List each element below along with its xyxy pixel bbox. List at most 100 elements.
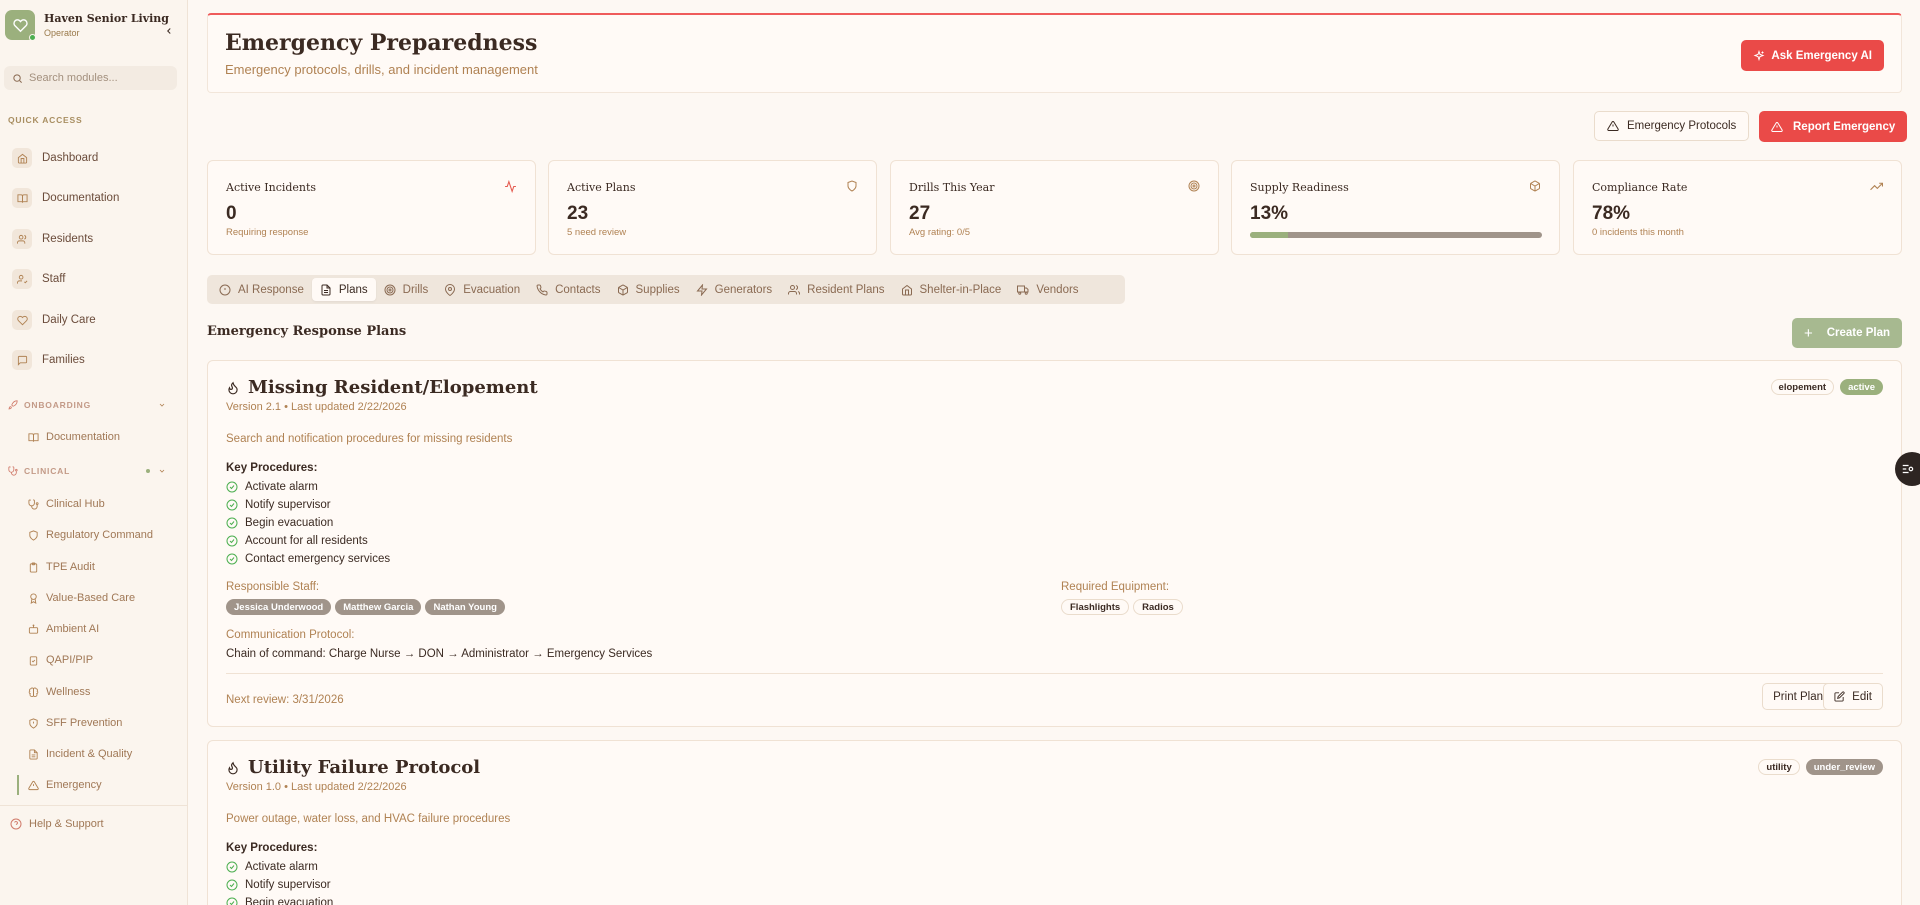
- nav-item-documentation[interactable]: Documentation: [12, 185, 178, 211]
- nav-label: Daily Care: [42, 314, 96, 326]
- nav-item-qapi-pip[interactable]: QAPI/PIP: [28, 649, 93, 671]
- tab-shelter-in-place[interactable]: Shelter-in-Place: [893, 278, 1010, 301]
- rocket-icon: [8, 400, 18, 410]
- communication-protocol-label: Communication Protocol:: [226, 629, 355, 641]
- tab-label: Shelter-in-Place: [919, 283, 1002, 296]
- tab-plans[interactable]: Plans: [311, 278, 376, 301]
- plan-title: Utility Failure Protocol: [226, 757, 480, 778]
- page-title: Emergency Preparedness: [225, 30, 538, 56]
- home-icon: [12, 148, 32, 168]
- search-icon: [13, 73, 22, 83]
- onboarding-group-header[interactable]: ONBOARDING: [8, 397, 172, 413]
- nav-item-incident-quality[interactable]: Incident & Quality: [28, 743, 132, 765]
- nav-label: Families: [42, 354, 85, 366]
- book-icon: [28, 432, 39, 442]
- nav-label: QAPI/PIP: [46, 654, 94, 666]
- nav-item-tpe-audit[interactable]: TPE Audit: [28, 556, 95, 578]
- tab-resident-plans[interactable]: Resident Plans: [780, 278, 892, 301]
- plan-tags: elopement active: [1770, 379, 1883, 395]
- tab-generators[interactable]: Generators: [688, 278, 781, 301]
- bot-icon: [28, 623, 39, 634]
- nav-item-ambient-ai[interactable]: Ambient AI: [28, 618, 99, 640]
- create-plan-label: Create Plan: [1826, 327, 1890, 339]
- tab-label: Resident Plans: [807, 283, 885, 296]
- trending-up-icon: [1870, 182, 1883, 191]
- tab-evacuation[interactable]: Evacuation: [436, 278, 528, 301]
- edit-plan-button[interactable]: Edit: [1823, 683, 1883, 710]
- nav-item-clinical-hub[interactable]: Clinical Hub: [28, 493, 105, 515]
- award-icon: [30, 592, 37, 604]
- tab-vendors[interactable]: Vendors: [1009, 278, 1086, 301]
- tab-label: Generators: [714, 283, 773, 296]
- report-emergency-button[interactable]: Report Emergency: [1759, 111, 1908, 142]
- sparkles-icon: [1753, 49, 1765, 61]
- nav-item-onboarding-documentation[interactable]: Documentation: [28, 426, 120, 448]
- nav-item-emergency[interactable]: Emergency: [28, 774, 102, 796]
- emergency-tabs: AI Response Plans Drills Evacuation Cont…: [207, 275, 1125, 304]
- nav-item-value-based-care[interactable]: Value-Based Care: [28, 587, 135, 609]
- tab-contacts[interactable]: Contacts: [528, 278, 608, 301]
- stat-card-drills: Drills This Year 27 Avg rating: 0/5: [890, 160, 1219, 255]
- map-pin-icon: [445, 283, 456, 296]
- plan-title-text: Utility Failure Protocol: [248, 757, 481, 778]
- tab-label: Vendors: [1036, 283, 1079, 296]
- procedure-text: Begin evacuation: [245, 897, 334, 905]
- nav-item-families[interactable]: Families: [12, 347, 178, 373]
- active-indicator: [17, 775, 19, 795]
- help-circle-icon: [10, 818, 22, 830]
- create-plan-button[interactable]: + Create Plan: [1791, 318, 1902, 348]
- emergency-protocols-button[interactable]: Emergency Protocols: [1594, 111, 1750, 141]
- nav-label: Clinical Hub: [46, 498, 105, 510]
- key-procedures-heading: Key Procedures:: [226, 462, 318, 474]
- ask-emergency-ai-button[interactable]: Ask Emergency AI: [1741, 40, 1884, 71]
- nav-label: Ambient AI: [46, 623, 100, 635]
- sidebar: Haven Senior Living Operator QUICK ACCES…: [0, 0, 188, 905]
- nav-item-sff-prevention[interactable]: SFF Prevention: [28, 712, 122, 734]
- report-label: Report Emergency: [1793, 120, 1896, 133]
- help-label: Help & Support: [29, 818, 104, 830]
- nav-item-wellness[interactable]: Wellness: [28, 681, 90, 703]
- nav-item-daily-care[interactable]: Daily Care: [12, 307, 178, 333]
- nav-label: Regulatory Command: [46, 529, 153, 541]
- search-input[interactable]: [29, 72, 169, 84]
- procedure-item: Account for all residents: [226, 535, 368, 547]
- plan-title: Missing Resident/Elopement: [226, 377, 538, 398]
- procedure-item: Contact emergency services: [226, 553, 390, 565]
- stat-value: 0: [226, 203, 237, 224]
- nav-item-staff[interactable]: Staff: [12, 266, 178, 292]
- help-support-link[interactable]: Help & Support: [10, 818, 104, 830]
- key-procedures-heading: Key Procedures:: [226, 842, 318, 854]
- stethoscope-icon: [8, 466, 18, 476]
- tab-label: Plans: [338, 283, 368, 296]
- check-circle-icon: [226, 897, 238, 905]
- unread-dot: [146, 469, 150, 473]
- nav-label: SFF Prevention: [46, 717, 123, 729]
- responsible-staff-label: Responsible Staff:: [226, 581, 320, 593]
- stat-sub: Avg rating: 0/5: [909, 227, 971, 238]
- stat-value: 78%: [1592, 203, 1631, 224]
- chevron-left-icon[interactable]: [162, 24, 176, 38]
- stat-label: Active Plans: [567, 181, 636, 194]
- zap-icon: [696, 283, 708, 296]
- nav-item-regulatory-command[interactable]: Regulatory Command: [28, 524, 153, 546]
- stat-sub: 0 incidents this month: [1592, 227, 1684, 238]
- clinical-group-header[interactable]: CLINICAL: [8, 463, 172, 479]
- tab-drills[interactable]: Drills: [376, 278, 437, 301]
- flame-icon: [228, 381, 238, 394]
- stat-card-active-plans: Active Plans 23 5 need review: [548, 160, 877, 255]
- plus-icon: +: [1803, 324, 1813, 342]
- required-equipment-label: Required Equipment:: [1061, 581, 1170, 593]
- clinical-label: CLINICAL: [24, 466, 71, 476]
- nav-item-dashboard[interactable]: Dashboard: [12, 145, 178, 171]
- alert-triangle-icon: [1607, 120, 1619, 131]
- plan-version: Version 1.0 • Last updated 2/22/2026: [226, 781, 407, 793]
- tab-supplies[interactable]: Supplies: [609, 278, 688, 301]
- brand[interactable]: Haven Senior Living Operator: [5, 8, 183, 42]
- alert-circle-icon: [219, 284, 231, 295]
- status-badge: active: [1840, 379, 1883, 395]
- procedure-item: Activate alarm: [226, 481, 318, 493]
- nav-item-residents[interactable]: Residents: [12, 226, 178, 252]
- check-circle-icon: [226, 879, 238, 891]
- procedure-text: Activate alarm: [245, 481, 318, 493]
- tab-ai-response[interactable]: AI Response: [211, 278, 312, 301]
